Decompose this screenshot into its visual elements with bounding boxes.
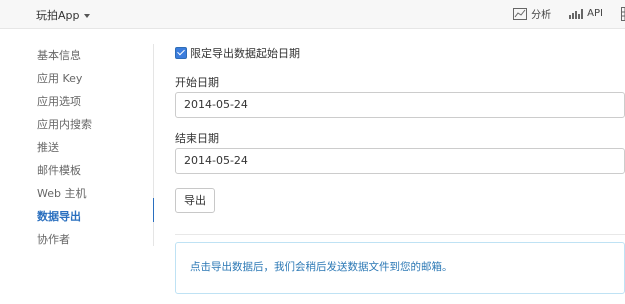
sidebar-item-collaborators[interactable]: 协作者	[37, 228, 153, 251]
end-date-label: 结束日期	[175, 132, 219, 145]
limit-date-checkbox[interactable]	[175, 47, 187, 59]
start-date-label: 开始日期	[175, 76, 219, 89]
limit-date-option[interactable]: 限定导出数据起始日期	[175, 44, 625, 62]
export-panel: 限定导出数据起始日期 开始日期 2014-05-24 结束日期 2014-05-…	[175, 44, 625, 294]
export-notice-text: 点击导出数据后，我们会稍后发送数据文件到您的邮箱。	[190, 261, 453, 273]
sidebar-item-app-options[interactable]: 应用选项	[37, 90, 153, 113]
app-name: 玩拍App	[36, 9, 80, 22]
section-divider	[175, 234, 625, 235]
nav-link-api[interactable]: API	[569, 8, 603, 19]
export-notice: 点击导出数据后，我们会稍后发送数据文件到您的邮箱。	[175, 242, 625, 294]
nav-link-analytics[interactable]: 分析	[513, 6, 551, 21]
nav-links: 分析 API 数	[513, 6, 625, 21]
nav-link-data[interactable]: 数	[621, 6, 625, 21]
end-date-input[interactable]: 2014-05-24	[175, 148, 625, 174]
settings-sidebar: 基本信息 应用 Key 应用选项 应用内搜索 推送 邮件模板 Web 主机 数据…	[37, 44, 154, 246]
start-date-input[interactable]: 2014-05-24	[175, 92, 625, 118]
sidebar-item-data-export[interactable]: 数据导出	[37, 205, 153, 228]
sidebar-item-basic-info[interactable]: 基本信息	[37, 44, 153, 67]
sidebar-item-push[interactable]: 推送	[37, 136, 153, 159]
nav-link-label: API	[587, 8, 603, 19]
active-indicator	[153, 198, 154, 222]
api-bars-icon	[569, 8, 584, 19]
app-switcher[interactable]: 玩拍App	[36, 7, 90, 23]
nav-link-label: 分析	[531, 10, 552, 21]
caret-down-icon	[83, 14, 90, 18]
limit-date-label: 限定导出数据起始日期	[190, 47, 300, 60]
top-navbar: 玩拍App 分析 API	[0, 0, 625, 29]
sidebar-item-email-templates[interactable]: 邮件模板	[37, 159, 153, 182]
sidebar-item-web-host[interactable]: Web 主机	[37, 182, 153, 205]
data-grid-icon	[621, 6, 625, 21]
sidebar-item-app-key[interactable]: 应用 Key	[37, 67, 153, 90]
export-button[interactable]: 导出	[175, 188, 215, 213]
sidebar-item-in-app-search[interactable]: 应用内搜索	[37, 113, 153, 136]
analytics-icon	[513, 7, 528, 20]
